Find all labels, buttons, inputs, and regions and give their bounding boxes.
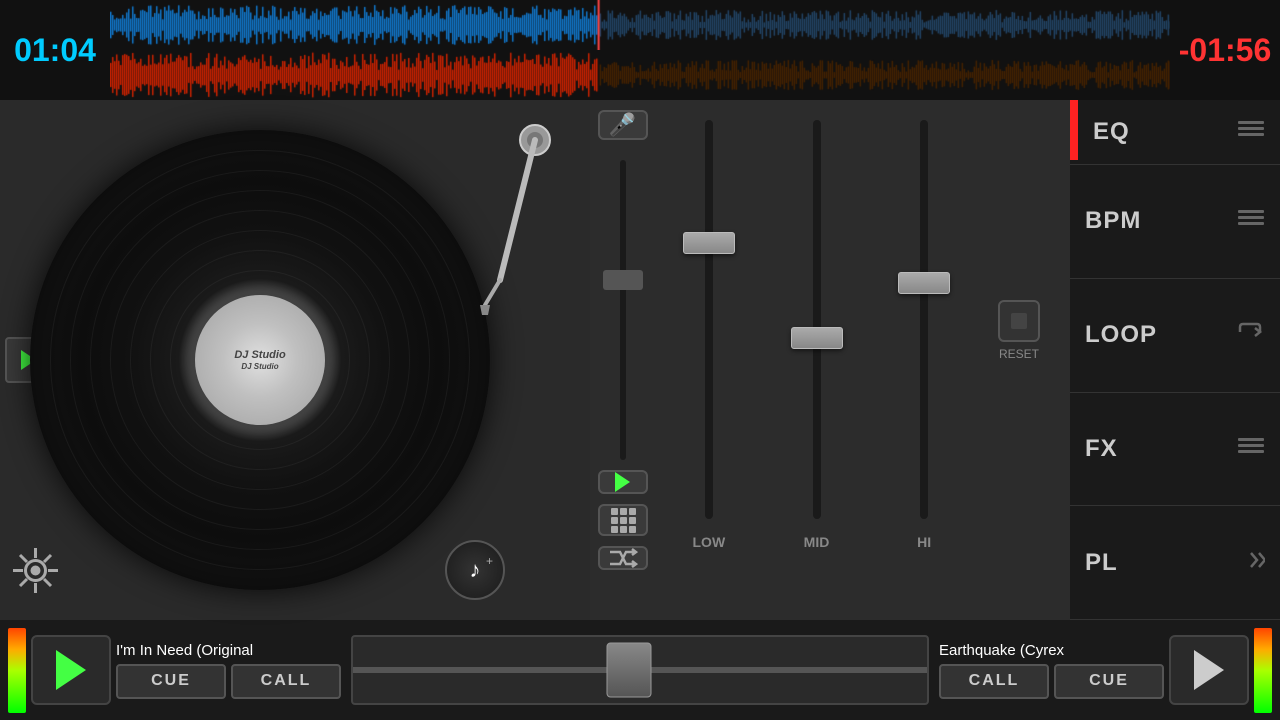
eq-sidebar-icon bbox=[1237, 119, 1265, 145]
sidebar-item-pl[interactable]: PL bbox=[1070, 506, 1280, 620]
pl-label: PL bbox=[1085, 549, 1118, 577]
main-area: DJ Studio DJ Studio bbox=[0, 100, 1280, 620]
crossfader-container bbox=[598, 160, 648, 460]
left-deck: DJ Studio DJ Studio bbox=[0, 100, 590, 620]
mixer-top: 🎤 bbox=[590, 100, 1070, 560]
center-mixer: 🎤 bbox=[590, 100, 1070, 620]
low-slider-track[interactable] bbox=[705, 120, 713, 519]
eq-area: LOW MID HI bbox=[655, 100, 1070, 560]
right-deck-buttons: CALL CUE bbox=[939, 664, 1164, 699]
right-play-button[interactable] bbox=[1169, 635, 1249, 705]
left-play-button[interactable] bbox=[31, 635, 111, 705]
crossfader-bar-handle[interactable] bbox=[606, 643, 651, 698]
bpm-icon bbox=[1237, 208, 1265, 234]
left-track-info: I'm In Need (Original CUE CALL bbox=[116, 642, 341, 699]
left-deck-buttons: CUE CALL bbox=[116, 664, 341, 699]
crossfader-handle[interactable] bbox=[603, 270, 643, 290]
record-label: DJ Studio DJ Studio bbox=[195, 295, 325, 425]
turntable[interactable]: DJ Studio DJ Studio bbox=[30, 130, 490, 590]
mid-slider-track[interactable] bbox=[813, 120, 821, 519]
right-track-info: Earthquake (Cyrex CALL CUE bbox=[939, 642, 1164, 699]
mixer-controls-left: 🎤 bbox=[590, 100, 655, 560]
eq-sidebar-label: EQ bbox=[1093, 118, 1130, 146]
left-vu-meter bbox=[8, 628, 26, 713]
mic-icon: 🎤 bbox=[609, 112, 636, 138]
low-slider-col: LOW bbox=[665, 110, 753, 550]
crossfader-bar-track bbox=[353, 667, 927, 673]
pl-icon bbox=[1239, 549, 1265, 577]
time-right: -01:56 bbox=[1170, 0, 1280, 100]
play-button-center[interactable] bbox=[598, 470, 648, 494]
eq-label-container: EQ bbox=[1078, 100, 1280, 164]
settings-button[interactable] bbox=[5, 540, 65, 600]
fx-label: FX bbox=[1085, 435, 1118, 463]
sidebar-item-bpm[interactable]: BPM bbox=[1070, 165, 1280, 279]
right-sidebar: EQ BPM LOOP bbox=[1070, 100, 1280, 620]
shuffle-button[interactable] bbox=[598, 546, 648, 570]
crossfader-bar[interactable] bbox=[351, 635, 929, 705]
sliders-row: LOW MID HI bbox=[665, 110, 1060, 550]
low-slider-handle[interactable] bbox=[683, 232, 735, 254]
waveform-section: 01:04 -01:56 bbox=[0, 0, 1280, 100]
left-track-name: I'm In Need (Original bbox=[116, 642, 341, 659]
right-vu-meter bbox=[1254, 628, 1272, 713]
right-cue-button[interactable]: CUE bbox=[1054, 664, 1164, 699]
low-label: LOW bbox=[693, 534, 726, 550]
eq-row[interactable]: EQ bbox=[1070, 100, 1280, 165]
left-cue-button[interactable]: CUE bbox=[116, 664, 226, 699]
loop-icon bbox=[1235, 321, 1265, 349]
hi-slider-track[interactable] bbox=[920, 120, 928, 519]
bpm-label: BPM bbox=[1085, 207, 1141, 235]
hi-slider-handle[interactable] bbox=[898, 272, 950, 294]
grid-button[interactable] bbox=[598, 504, 648, 536]
waveform-container[interactable] bbox=[110, 0, 1170, 100]
sidebar-item-loop[interactable]: LOOP bbox=[1070, 279, 1280, 393]
hi-label: HI bbox=[917, 534, 931, 550]
eq-red-bar bbox=[1070, 100, 1078, 160]
mid-label: MID bbox=[804, 534, 830, 550]
record-label-text: DJ Studio DJ Studio bbox=[234, 348, 285, 373]
left-call-button[interactable]: CALL bbox=[231, 664, 341, 699]
time-left: 01:04 bbox=[0, 0, 110, 100]
right-track-name: Earthquake (Cyrex bbox=[939, 642, 1164, 659]
hi-slider-col: HI bbox=[880, 110, 968, 550]
mic-button[interactable]: 🎤 bbox=[598, 110, 648, 140]
right-call-button[interactable]: CALL bbox=[939, 664, 1049, 699]
mid-slider-handle[interactable] bbox=[791, 327, 843, 349]
sidebar-item-fx[interactable]: FX bbox=[1070, 393, 1280, 507]
loop-label: LOOP bbox=[1085, 321, 1157, 349]
reset-button[interactable] bbox=[998, 300, 1040, 342]
reset-area: RESET bbox=[988, 110, 1050, 550]
bottom-bar: I'm In Need (Original CUE CALL Earthquak… bbox=[0, 620, 1280, 720]
crossfader-track[interactable] bbox=[620, 160, 626, 460]
tonearm bbox=[460, 120, 560, 320]
reset-label: RESET bbox=[999, 347, 1039, 361]
mid-slider-col: MID bbox=[773, 110, 861, 550]
fx-icon bbox=[1237, 436, 1265, 462]
music-button[interactable]: ♪ + bbox=[445, 540, 505, 600]
